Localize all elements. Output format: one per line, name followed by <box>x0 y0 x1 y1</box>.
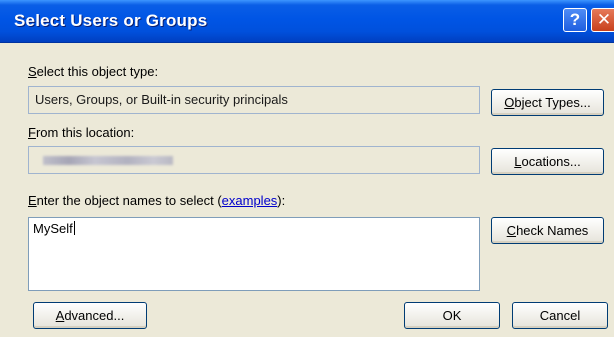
close-icon: ✕ <box>596 10 612 29</box>
location-value-obscured <box>43 156 173 165</box>
object-names-input[interactable]: MySelf <box>28 217 480 291</box>
object-type-field: Users, Groups, or Built-in security prin… <box>28 86 480 114</box>
dialog-window: Select Users or Groups ? ✕ Select this o… <box>0 0 614 337</box>
object-types-button[interactable]: Object Types... <box>491 89 604 116</box>
help-icon: ? <box>569 10 581 29</box>
close-button[interactable]: ✕ <box>591 8 614 32</box>
object-type-label: Select this object type: <box>28 64 159 79</box>
object-type-value: Users, Groups, or Built-in security prin… <box>35 92 288 107</box>
ok-button[interactable]: OK <box>404 302 500 329</box>
location-field <box>28 146 480 174</box>
locations-button[interactable]: Locations... <box>491 148 604 175</box>
title-bar[interactable]: Select Users or Groups ? ✕ <box>0 0 614 43</box>
cancel-button[interactable]: Cancel <box>512 302 608 329</box>
text-caret <box>73 221 75 235</box>
window-title: Select Users or Groups <box>14 11 208 30</box>
advanced-button[interactable]: Advanced... <box>33 302 147 329</box>
help-button[interactable]: ? <box>563 8 587 32</box>
examples-link[interactable]: examples <box>222 193 278 208</box>
object-names-label: Enter the object names to select (exampl… <box>28 193 286 208</box>
check-names-button[interactable]: Check Names <box>491 217 604 244</box>
location-label: From this location: <box>28 125 135 140</box>
object-names-value: MySelf <box>33 221 73 236</box>
